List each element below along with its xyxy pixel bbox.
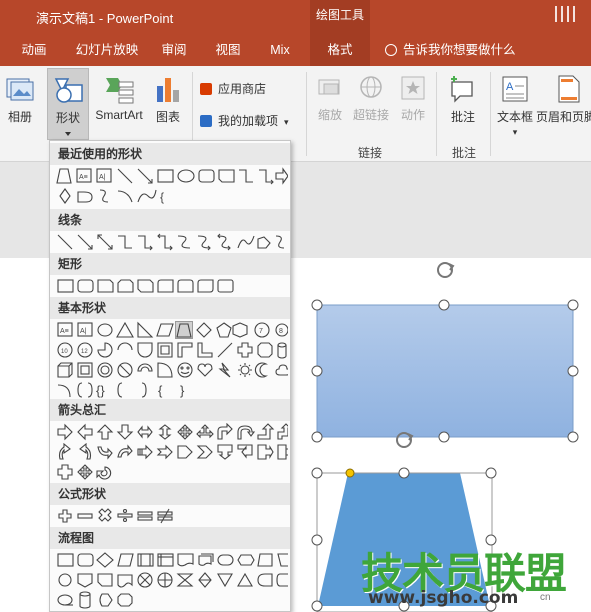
album-icon [6, 78, 34, 101]
svg-text:A≡: A≡ [79, 174, 88, 181]
header-footer-button[interactable]: 页眉和页脚 [536, 74, 591, 125]
shape-row[interactable]: A≡ A| 7 8 [56, 321, 288, 339]
action-label: 动作 [400, 108, 425, 122]
album-button[interactable]: 相册 [2, 74, 38, 125]
section-block-arrows: 箭头总汇 [50, 399, 290, 421]
hyperlink-label: 超链接 [352, 108, 389, 122]
section-lines: 线条 [50, 209, 290, 231]
shape-row[interactable]: { [56, 187, 288, 205]
section-recent-shapes: 最近使用的形状 [50, 143, 290, 165]
section-equation-shapes: 公式形状 [50, 483, 290, 505]
app-store-label: 应用商店 [218, 82, 267, 96]
addins-icon [200, 115, 212, 127]
window-title: 演示文稿1 - PowerPoint [36, 11, 174, 26]
shape-row[interactable]: {} { } [56, 381, 288, 399]
shape-row[interactable]: A≡ A| [56, 167, 288, 185]
shape-row[interactable] [56, 463, 288, 481]
tab-slideshow[interactable]: 幻灯片放映 [70, 34, 144, 66]
svg-text:}: } [180, 383, 185, 398]
section-basic-shapes: 基本形状 [50, 297, 290, 319]
shape-row[interactable] [56, 423, 288, 441]
shape-row[interactable] [56, 277, 288, 295]
shape-row[interactable] [56, 507, 288, 525]
shape-row[interactable] [56, 551, 288, 569]
shape-row[interactable] [56, 443, 288, 461]
textbox-icon: A [502, 76, 528, 102]
shapes-label: 形状 [55, 111, 80, 125]
chevron-down-icon: ▾ [512, 127, 518, 137]
shape-row[interactable] [56, 233, 288, 251]
tell-me-text: 告诉我你想要做什么 [403, 43, 516, 57]
shape-row[interactable]: 10 12 [56, 341, 288, 359]
tab-review[interactable]: 审阅 [152, 34, 196, 66]
zoom-button[interactable]: 缩放 [312, 74, 348, 123]
comment-button[interactable]: 批注 [444, 74, 482, 125]
ribbon-tabs: 动画 幻灯片放映 审阅 视图 Mix 格式 告诉我你想要做什么 [0, 34, 591, 66]
shape-row[interactable] [56, 571, 288, 589]
textbox-label: 文本框 [496, 110, 533, 124]
section-flowchart: 流程图 [50, 527, 290, 549]
smartart-button[interactable]: SmartArt [92, 74, 146, 122]
my-addins-button[interactable]: 我的加载项 ▾ [200, 112, 300, 129]
drawing-tools-context: 绘图工具 [310, 0, 370, 34]
svg-text:A≡: A≡ [60, 328, 69, 335]
smartart-icon [106, 78, 134, 104]
header-footer-label: 页眉和页脚 [536, 110, 591, 124]
shapes-icon [54, 78, 83, 103]
watermark-url: www.jsgho.com [368, 588, 519, 608]
svg-text:{: { [160, 190, 164, 204]
svg-text:A: A [506, 81, 514, 93]
group-links-label: 链接 [358, 146, 383, 160]
watermark-suffix: cn [540, 592, 551, 603]
shape-row[interactable] [56, 361, 288, 379]
shapes-button[interactable]: 形状 [47, 68, 89, 140]
zoom-icon [318, 79, 340, 95]
chevron-down-icon: ▾ [284, 117, 289, 127]
section-rectangles: 矩形 [50, 253, 290, 275]
chevron-down-icon [65, 132, 71, 136]
star-icon [401, 76, 425, 100]
globe-link-icon [360, 76, 382, 98]
rectangle-shape[interactable] [316, 304, 574, 438]
hyperlink-button[interactable]: 超链接 [350, 74, 392, 123]
app-store-button[interactable]: 应用商店 [200, 80, 300, 97]
adjust-handle[interactable] [345, 468, 355, 478]
my-addins-label: 我的加载项 [218, 114, 279, 128]
svg-text:A|: A| [80, 328, 87, 335]
svg-text:10: 10 [61, 349, 68, 355]
comment-icon [451, 76, 473, 103]
album-label: 相册 [7, 110, 32, 124]
shapes-gallery: 最近使用的形状 A≡ A| { 线条 矩形 基本形状 A≡ A| 7 8 10 … [49, 140, 291, 612]
chart-label: 图表 [155, 110, 180, 124]
smartart-label: SmartArt [95, 108, 143, 122]
shape-row[interactable] [56, 591, 288, 609]
svg-text:7: 7 [259, 328, 263, 335]
tab-view[interactable]: 视图 [206, 34, 250, 66]
comment-label: 批注 [450, 110, 475, 124]
svg-text:A|: A| [99, 174, 106, 181]
zoom-label: 缩放 [317, 108, 342, 122]
action-button[interactable]: 动作 [396, 74, 430, 123]
tell-me-search[interactable]: 告诉我你想要做什么 [385, 34, 516, 66]
textbox-button[interactable]: A 文本框 ▾ [494, 74, 536, 138]
title-bar: 演示文稿1 - PowerPoint 绘图工具 [0, 0, 591, 34]
tab-animation[interactable]: 动画 [10, 34, 58, 66]
svg-text:{}: {} [96, 383, 105, 398]
tab-mix[interactable]: Mix [260, 34, 300, 66]
store-icon [200, 83, 212, 95]
lightbulb-icon [385, 44, 397, 56]
svg-text:12: 12 [81, 349, 88, 355]
window-controls[interactable] [555, 6, 577, 28]
rotate-handle-icon[interactable] [437, 262, 455, 278]
tab-format[interactable]: 格式 [310, 34, 370, 66]
chart-icon [157, 78, 179, 102]
svg-text:8: 8 [279, 328, 283, 335]
chart-button[interactable]: 图表 [150, 74, 186, 125]
svg-text:{: { [158, 383, 163, 398]
group-comments-label: 批注 [452, 146, 477, 160]
header-footer-icon [558, 75, 580, 103]
